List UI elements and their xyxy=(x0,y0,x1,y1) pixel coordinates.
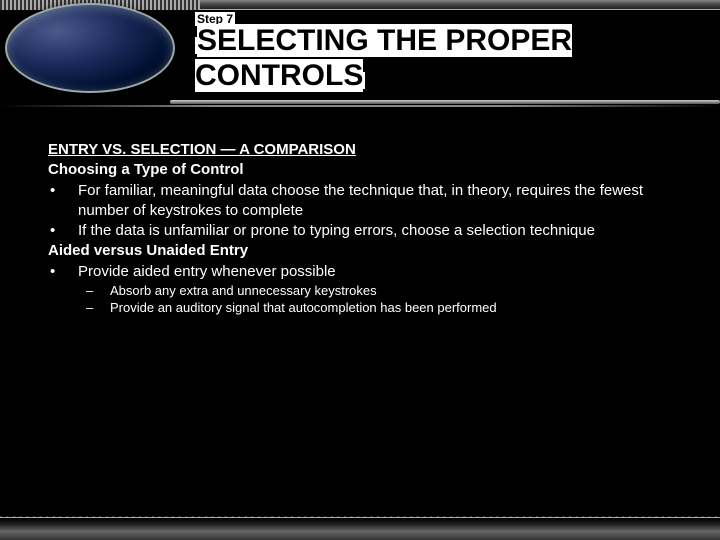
content-heading: ENTRY VS. SELECTION — A COMPARISON xyxy=(48,140,690,160)
slide-content: ENTRY VS. SELECTION — A COMPARISON Choos… xyxy=(48,140,690,317)
title-divider-glow xyxy=(0,105,720,107)
dash-icon: – xyxy=(86,282,110,300)
bullet-text: If the data is unfamiliar or prone to ty… xyxy=(78,221,690,241)
list-item: • For familiar, meaningful data choose t… xyxy=(48,181,690,222)
bullet-text: Provide aided entry whenever possible xyxy=(78,262,690,282)
title-divider xyxy=(170,100,720,104)
list-item: • If the data is unfamiliar or prone to … xyxy=(48,221,690,241)
bullet-icon: • xyxy=(48,221,78,241)
list-item: – Absorb any extra and unnecessary keyst… xyxy=(48,282,690,300)
bullet-text: For familiar, meaningful data choose the… xyxy=(78,181,690,222)
corner-badge-icon xyxy=(5,3,175,93)
slide-title: SELECTING THE PROPER CONTROLS xyxy=(195,24,690,93)
section1-subheading: Choosing a Type of Control xyxy=(48,160,690,180)
bullet-icon: • xyxy=(48,181,78,222)
section2-subheading: Aided versus Unaided Entry xyxy=(48,241,690,261)
dash-icon: – xyxy=(86,299,110,317)
list-item: – Provide an auditory signal that autoco… xyxy=(48,299,690,317)
title-text: SELECTING THE PROPER CONTROLS xyxy=(195,24,572,92)
list-item: • Provide aided entry whenever possible xyxy=(48,262,690,282)
bullet-icon: • xyxy=(48,262,78,282)
bottom-border xyxy=(0,518,720,540)
sub-bullet-text: Provide an auditory signal that autocomp… xyxy=(110,299,690,317)
sub-bullet-text: Absorb any extra and unnecessary keystro… xyxy=(110,282,690,300)
